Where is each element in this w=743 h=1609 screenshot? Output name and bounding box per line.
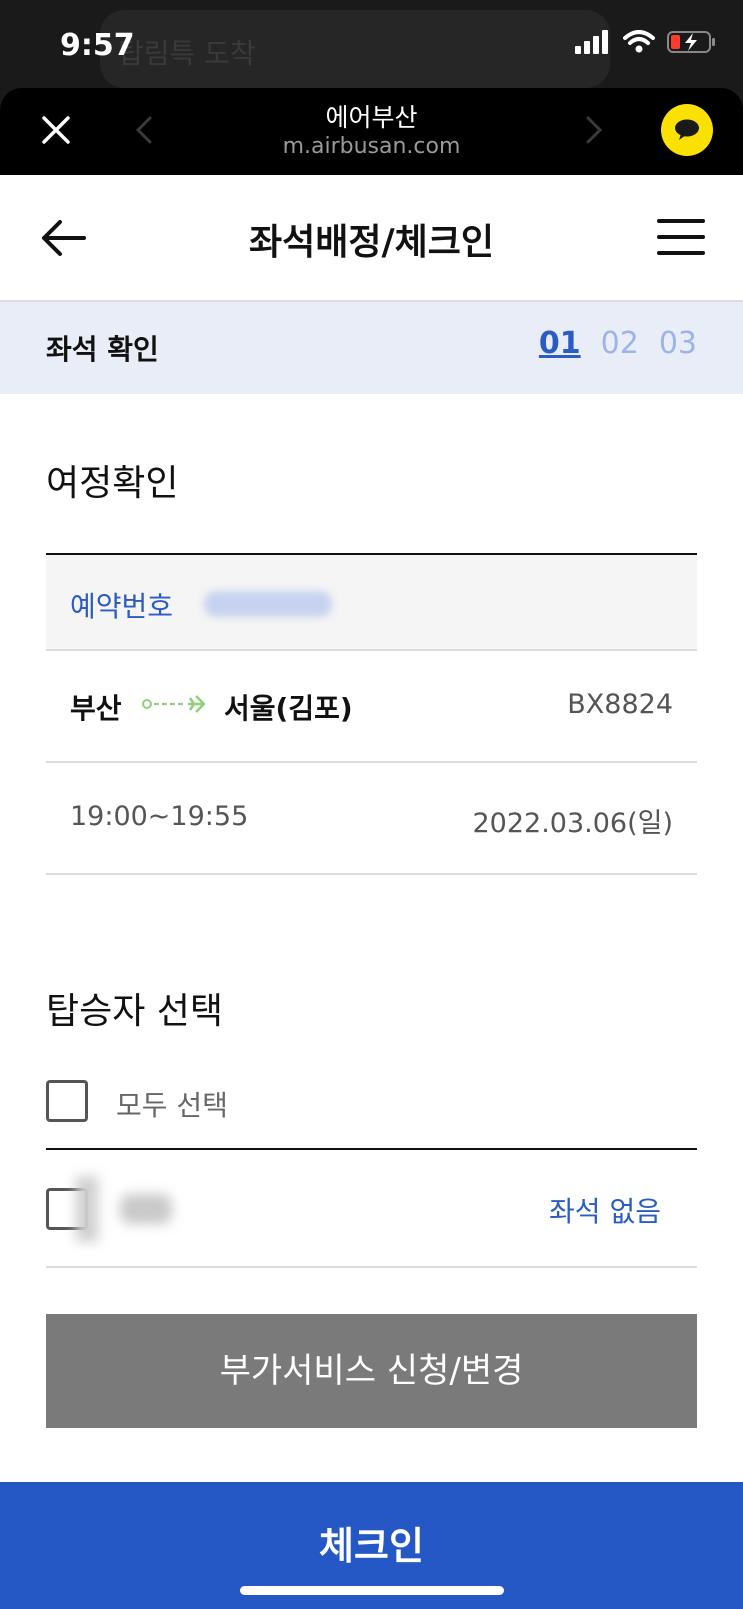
- page-title: 좌석배정/체크인: [249, 222, 494, 263]
- step-3: 03: [658, 326, 697, 361]
- step-list: 01 02 03: [539, 326, 697, 361]
- flight-date: 2022.03.06(일): [472, 808, 674, 839]
- hamburger-menu-icon[interactable]: [657, 217, 705, 257]
- passenger-section-title: 탑승자 선택: [46, 991, 224, 1032]
- status-icons: [575, 30, 717, 54]
- itinerary-section-title: 여정확인: [46, 463, 179, 504]
- home-indicator: [240, 1586, 504, 1595]
- signal-icon: [575, 30, 608, 54]
- select-all-row[interactable]: 모두 선택: [46, 1080, 697, 1148]
- background-notification-text: 탑림특 도착: [118, 37, 256, 70]
- passenger-row[interactable]: 좌석 없음: [46, 1150, 697, 1268]
- flight-number: BX8824: [567, 689, 673, 720]
- arrival-city: 서울(김포): [224, 692, 353, 725]
- battery-charging-icon: [667, 31, 715, 53]
- addon-service-button[interactable]: 부가서비스 신청/변경: [46, 1314, 697, 1428]
- status-time: 9:57: [60, 28, 135, 63]
- reservation-row: 예약번호: [46, 555, 697, 651]
- reservation-number-redacted: [204, 591, 332, 617]
- select-all-label[interactable]: 모두 선택: [116, 1084, 228, 1124]
- kakao-chat-button[interactable]: [661, 104, 713, 156]
- passenger-redacted: [76, 1176, 98, 1242]
- browser-title: 에어부산: [325, 103, 418, 132]
- chat-bubble-icon: [675, 119, 699, 140]
- flight-route-icon: [142, 695, 206, 713]
- flight-time: 19:00~19:55: [70, 801, 249, 832]
- step-2: 02: [600, 326, 639, 361]
- select-all-checkbox[interactable]: [46, 1080, 88, 1122]
- reservation-number-label: 예약번호: [70, 590, 174, 623]
- route-row: 부산 서울(김포) BX8824: [46, 651, 697, 763]
- itinerary-table: 예약번호 부산 서울(김포) BX8824 19:00~19:55 2022.0…: [46, 553, 697, 875]
- step-indicator: 좌석 확인 01 02 03: [0, 302, 743, 394]
- in-app-browser-bar: 에어부산 m.airbusan.com: [0, 88, 743, 175]
- browser-url: m.airbusan.com: [282, 134, 461, 159]
- schedule-row: 19:00~19:55 2022.03.06(일): [46, 763, 697, 875]
- passenger-list: 좌석 없음: [46, 1148, 697, 1268]
- seat-status: 좌석 없음: [549, 1195, 661, 1228]
- page-header: 좌석배정/체크인: [0, 175, 743, 302]
- passenger-name-redacted: [120, 1194, 172, 1224]
- browser-forward-icon[interactable]: [578, 110, 608, 150]
- wifi-icon: [623, 30, 655, 53]
- step-1: 01: [538, 326, 581, 361]
- step-label: 좌석 확인: [46, 333, 159, 366]
- departure-city: 부산: [70, 692, 122, 725]
